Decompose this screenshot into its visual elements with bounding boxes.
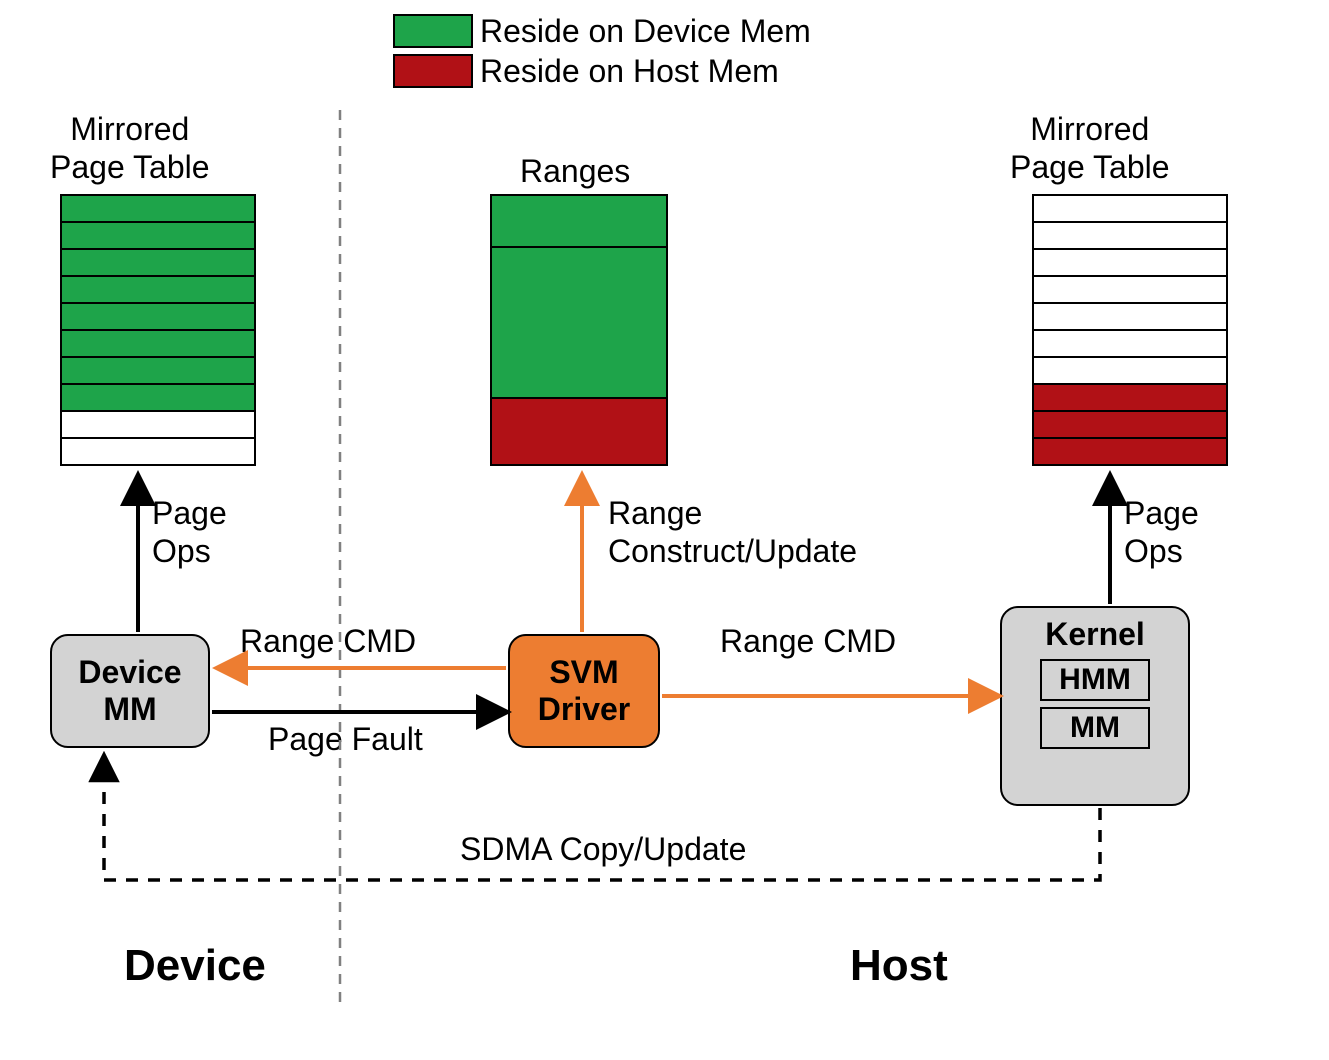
svm-driver-line2: Driver bbox=[538, 691, 631, 728]
legend-label-device: Reside on Device Mem bbox=[480, 12, 811, 50]
left-table-row bbox=[62, 329, 254, 356]
device-mm-line2: MM bbox=[103, 691, 156, 728]
ranges-segment bbox=[492, 397, 666, 464]
page-ops-right-label: Page Ops bbox=[1124, 494, 1199, 571]
range-cmd-right-label: Range CMD bbox=[720, 622, 896, 660]
legend-swatch-device bbox=[393, 14, 473, 48]
right-table-row bbox=[1034, 356, 1226, 383]
range-construct-label: Range Construct/Update bbox=[608, 494, 857, 571]
right-table-row bbox=[1034, 221, 1226, 248]
left-table-row bbox=[62, 302, 254, 329]
device-mm-line1: Device bbox=[78, 654, 181, 691]
ranges-segment bbox=[492, 246, 666, 397]
svm-driver-node: SVM Driver bbox=[508, 634, 660, 748]
host-zone-label: Host bbox=[850, 940, 948, 993]
legend-label-host: Reside on Host Mem bbox=[480, 52, 779, 90]
ranges-title: Ranges bbox=[520, 152, 630, 190]
device-zone-label: Device bbox=[124, 940, 266, 993]
right-table-row bbox=[1034, 437, 1226, 464]
left-table-row bbox=[62, 248, 254, 275]
svm-driver-line1: SVM bbox=[549, 654, 618, 691]
kernel-sub-hmm: HMM bbox=[1040, 659, 1150, 701]
left-table-row bbox=[62, 437, 254, 464]
kernel-sub-mm: MM bbox=[1040, 707, 1150, 749]
kernel-title: Kernel bbox=[1045, 616, 1145, 653]
left-table-row bbox=[62, 196, 254, 221]
kernel-node: Kernel HMM MM bbox=[1000, 606, 1190, 806]
right-page-table bbox=[1032, 194, 1228, 466]
right-table-title: Mirrored Page Table bbox=[1010, 110, 1170, 187]
left-table-row bbox=[62, 275, 254, 302]
ranges-segment bbox=[492, 196, 666, 246]
page-fault-label: Page Fault bbox=[268, 720, 423, 758]
right-table-row bbox=[1034, 248, 1226, 275]
right-table-row bbox=[1034, 383, 1226, 410]
range-cmd-left-label: Range CMD bbox=[240, 622, 416, 660]
left-table-row bbox=[62, 410, 254, 437]
right-table-row bbox=[1034, 410, 1226, 437]
left-table-row bbox=[62, 356, 254, 383]
device-mm-node: Device MM bbox=[50, 634, 210, 748]
page-ops-left-label: Page Ops bbox=[152, 494, 227, 571]
legend-swatch-host bbox=[393, 54, 473, 88]
left-table-row bbox=[62, 221, 254, 248]
right-table-row bbox=[1034, 302, 1226, 329]
left-table-title: Mirrored Page Table bbox=[50, 110, 210, 187]
ranges-block bbox=[490, 194, 668, 466]
right-table-row bbox=[1034, 275, 1226, 302]
sdma-label: SDMA Copy/Update bbox=[460, 830, 746, 868]
right-table-row bbox=[1034, 196, 1226, 221]
left-table-row bbox=[62, 383, 254, 410]
left-page-table bbox=[60, 194, 256, 466]
right-table-row bbox=[1034, 329, 1226, 356]
